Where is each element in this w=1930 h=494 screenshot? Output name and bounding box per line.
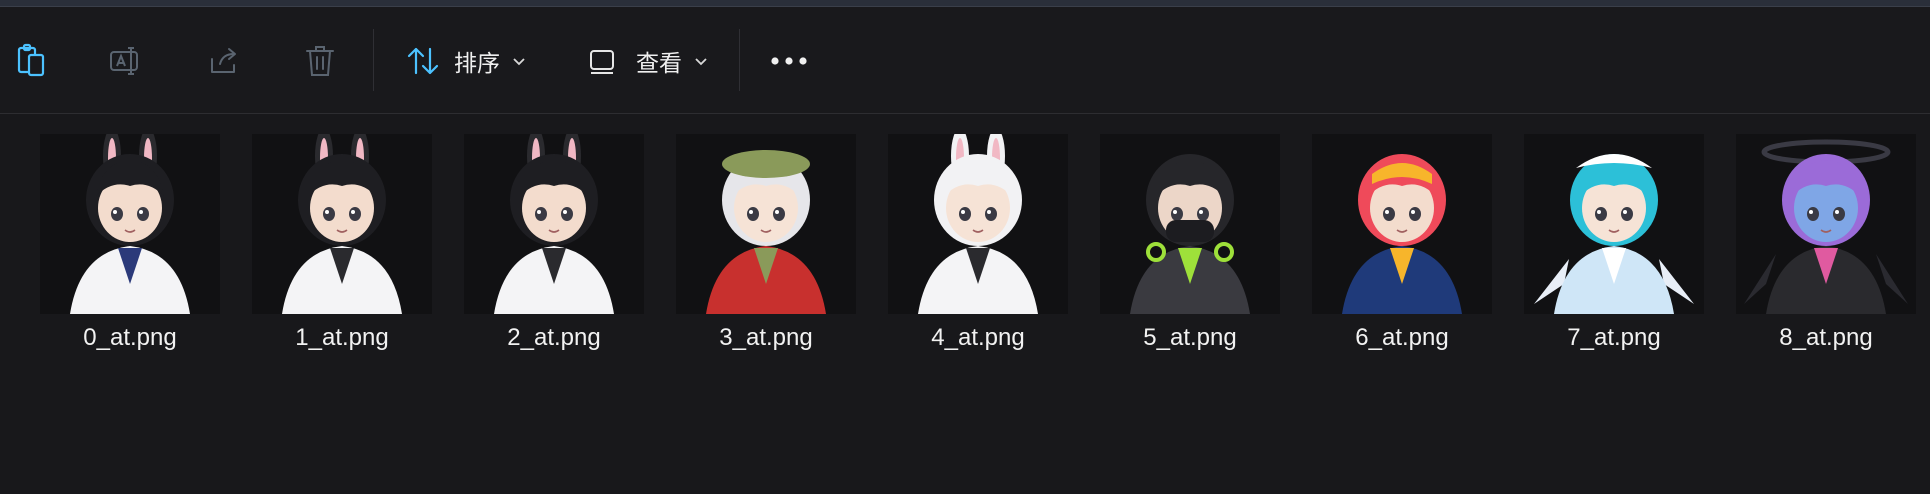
file-name: 4_at.png	[931, 324, 1025, 351]
file-name: 0_at.png	[83, 324, 177, 351]
file-item[interactable]: 1_at.png	[242, 134, 442, 374]
share-icon[interactable]	[206, 43, 242, 79]
sort-icon	[407, 47, 439, 75]
file-thumbnail	[252, 134, 432, 314]
file-grid: 0_at.png 1_at.png 2_at.png 3_at.png 4_at.png…	[0, 114, 1930, 494]
file-item[interactable]: 0_at.png	[30, 134, 230, 374]
file-item[interactable]: 5_at.png	[1090, 134, 1290, 374]
sort-button[interactable]: 排序	[406, 43, 526, 79]
file-thumbnail	[464, 134, 644, 314]
chevron-down-icon	[513, 58, 525, 66]
file-name: 7_at.png	[1567, 324, 1661, 351]
view-label: 查看	[636, 51, 682, 77]
file-name: 6_at.png	[1355, 324, 1449, 351]
file-thumbnail	[1100, 134, 1280, 314]
command-bar: 排序 查看	[0, 7, 1930, 114]
chevron-down-icon	[695, 58, 707, 66]
file-name: 1_at.png	[295, 324, 389, 351]
file-name: 8_at.png	[1779, 324, 1873, 351]
toolbar-separator	[739, 29, 740, 91]
rename-icon[interactable]	[108, 43, 144, 79]
file-item[interactable]: 3_at.png	[666, 134, 866, 374]
view-button[interactable]: 查看	[588, 43, 708, 79]
file-thumbnail	[888, 134, 1068, 314]
file-name: 5_at.png	[1143, 324, 1237, 351]
file-item[interactable]: 4_at.png	[878, 134, 1078, 374]
view-icon	[590, 50, 614, 74]
file-thumbnail	[676, 134, 856, 314]
sort-label: 排序	[454, 51, 500, 77]
file-item[interactable]: 7_at.png	[1514, 134, 1714, 374]
window-top-strip	[0, 0, 1930, 7]
file-thumbnail	[1524, 134, 1704, 314]
file-name: 3_at.png	[719, 324, 813, 351]
toolbar-separator	[373, 29, 374, 91]
more-icon	[771, 57, 807, 65]
file-item[interactable]: 2_at.png	[454, 134, 654, 374]
delete-icon[interactable]	[302, 43, 338, 79]
file-thumbnail	[1736, 134, 1916, 314]
file-item[interactable]: 8_at.png	[1726, 134, 1926, 374]
file-thumbnail	[40, 134, 220, 314]
file-thumbnail	[1312, 134, 1492, 314]
more-options-button[interactable]	[770, 43, 808, 79]
file-name: 2_at.png	[507, 324, 601, 351]
file-item[interactable]: 6_at.png	[1302, 134, 1502, 374]
paste-icon[interactable]	[14, 43, 50, 79]
